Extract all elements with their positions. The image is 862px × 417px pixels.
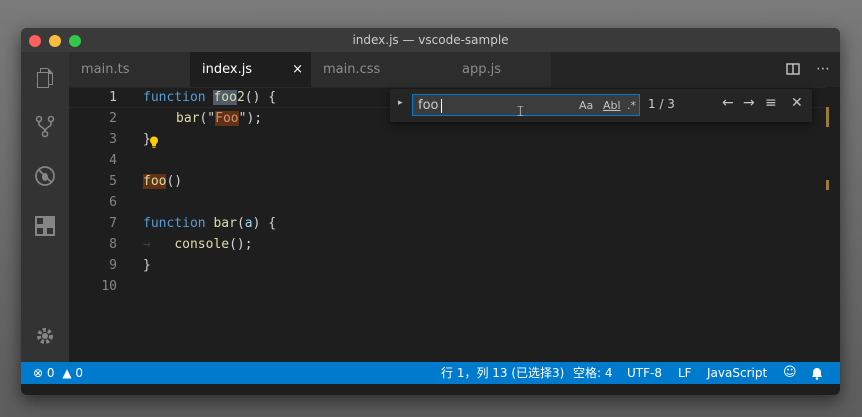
punctuation: ) { (252, 216, 277, 231)
close-find-icon[interactable]: ✕ (791, 95, 803, 111)
function-name: console (174, 237, 230, 252)
punctuation: (); (229, 237, 253, 252)
search-match: foo (143, 174, 167, 189)
line-number: 8 (109, 237, 117, 252)
minimize-window-button[interactable] (49, 35, 61, 47)
tab-main-ts[interactable]: main.ts (69, 52, 190, 87)
punctuation: () { (244, 90, 277, 105)
close-tab-icon[interactable]: × (292, 52, 303, 87)
error-icon: ⊗ (33, 366, 44, 380)
files-icon[interactable] (33, 66, 57, 90)
line-number: 2 (109, 111, 117, 126)
code-line-1: function foo2() { (143, 87, 276, 108)
warning-icon: ▲ (62, 366, 72, 380)
debug-icon[interactable] (33, 164, 57, 188)
line-number: 7 (109, 216, 117, 231)
text-caret (441, 99, 442, 113)
tab-app-js[interactable]: app.js (431, 52, 551, 87)
punctuation: () (166, 174, 183, 189)
code-line-2: bar("Foo"); (176, 108, 262, 129)
title-bar: index.js — vscode-sample (21, 28, 840, 52)
close-window-button[interactable] (29, 35, 41, 47)
find-in-selection-icon[interactable]: ≡ (765, 95, 777, 111)
lightbulb-icon[interactable] (149, 136, 159, 152)
line-number: 5 (109, 174, 117, 189)
search-match: Foo (215, 111, 239, 126)
bell-icon[interactable] (811, 362, 823, 384)
error-count: 0 (46, 366, 55, 380)
source-control-icon[interactable] (33, 114, 57, 138)
parameter: a (244, 216, 253, 231)
line-number: 9 (109, 258, 117, 273)
gear-icon[interactable] (33, 324, 57, 348)
keyword: function (143, 90, 206, 105)
punctuation: "); (238, 111, 263, 126)
regex-icon[interactable]: .* (627, 99, 636, 112)
line-number: 1 (109, 90, 117, 105)
match-marker (826, 107, 829, 127)
tab-index-js[interactable]: index.js × (190, 52, 311, 87)
tab-label: main.css (323, 62, 381, 77)
code-line-5: foo() (143, 171, 182, 192)
cursor-position[interactable]: 行 1，列 13 (已选择3) (441, 362, 564, 384)
extensions-icon[interactable] (33, 214, 57, 238)
editor-tabs: main.ts index.js × main.css app.js ⋯ (69, 52, 840, 87)
line-ending[interactable]: LF (678, 362, 692, 384)
indentation[interactable]: 空格: 4 (573, 362, 613, 384)
tab-label: app.js (462, 62, 501, 77)
tab-label: index.js (202, 62, 253, 77)
punctuation: ( (236, 216, 245, 231)
code-line-8: → console(); (143, 234, 253, 255)
code-editor[interactable]: 1 2 3 4 5 6 7 8 9 10 function foo2() { b… (69, 87, 826, 362)
code-line-7: function bar(a) { (143, 213, 276, 234)
zoom-window-button[interactable] (69, 35, 81, 47)
code-line-9: } (143, 258, 151, 273)
match-case-icon[interactable]: Aa (579, 99, 593, 112)
line-number: 6 (109, 195, 117, 210)
find-input[interactable]: foo Aa Abl .* (412, 94, 640, 116)
vscode-window: index.js — vscode-sample main.ts index.j… (21, 28, 840, 395)
keyword: function (143, 216, 206, 231)
toggle-replace-icon[interactable]: ▸ (398, 98, 403, 108)
match-marker (826, 180, 829, 190)
find-input-value: foo (418, 98, 439, 113)
identifier-suffix: 2 (236, 90, 245, 105)
tab-main-css[interactable]: main.css (311, 52, 431, 87)
line-number: 3 (109, 132, 117, 147)
overview-ruler (826, 87, 840, 362)
smiley-icon[interactable]: ☺ (783, 362, 797, 384)
previous-match-icon[interactable]: ← (722, 95, 734, 111)
punctuation: (" (199, 111, 216, 126)
tab-actions: ⋯ (785, 52, 830, 87)
function-name: bar (213, 216, 237, 231)
window-title: index.js — vscode-sample (352, 33, 509, 47)
whole-word-icon[interactable]: Abl (603, 99, 621, 112)
code-content: function foo2() { bar("Foo"); } foo() fu… (143, 87, 276, 273)
match-count: 1 / 3 (648, 97, 675, 111)
find-widget: ▸ foo Aa Abl .* 1 / 3 ← → ≡ ✕ (390, 89, 812, 122)
selected-match: foo (213, 90, 237, 105)
line-number: 4 (109, 153, 117, 168)
line-number: 10 (101, 279, 117, 294)
tab-arrow: → (143, 237, 151, 252)
warning-count: 0 (75, 366, 84, 380)
mouse-cursor-ibeam: 𝙸 (515, 102, 526, 120)
encoding[interactable]: UTF-8 (627, 362, 662, 384)
split-editor-icon[interactable] (785, 63, 800, 75)
language-mode[interactable]: JavaScript (707, 362, 767, 384)
activity-bar (21, 52, 69, 362)
problems-indicator[interactable]: ⊗ 0 ▲ 0 (33, 362, 83, 384)
tab-label: main.ts (81, 62, 130, 77)
function-name: bar (176, 111, 200, 126)
status-bar: ⊗ 0 ▲ 0 行 1，列 13 (已选择3) 空格: 4 UTF-8 LF J… (21, 362, 840, 384)
more-actions-icon[interactable]: ⋯ (816, 61, 830, 77)
next-match-icon[interactable]: → (743, 95, 755, 111)
